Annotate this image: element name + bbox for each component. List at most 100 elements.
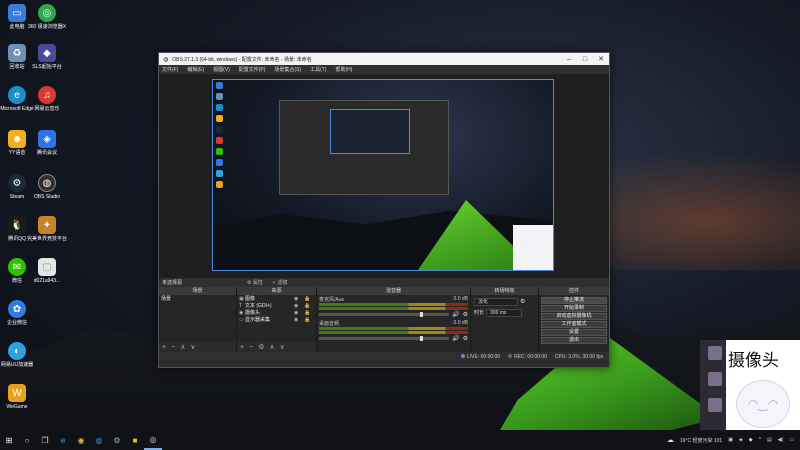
stop-streaming-button[interactable]: 停止推流 bbox=[541, 297, 607, 304]
menu-scene-collection[interactable]: 场景集合(S) bbox=[274, 66, 301, 73]
eye-icon[interactable]: ◉ bbox=[294, 310, 304, 317]
speaker-icon[interactable]: 🔊 bbox=[452, 335, 459, 342]
gear-icon[interactable]: ⚙ bbox=[463, 335, 468, 342]
wecom-icon: ✿ bbox=[8, 300, 26, 318]
menu-edit[interactable]: 编辑(E) bbox=[187, 66, 204, 73]
lock-icon[interactable]: 🔒 bbox=[304, 310, 314, 317]
menu-file[interactable]: 文件(F) bbox=[162, 66, 178, 73]
speaker-icon[interactable]: 🔊 bbox=[452, 311, 459, 318]
remove-icon[interactable]: − bbox=[249, 344, 253, 351]
desktop-icon-edge[interactable]: e Microsoft Edge bbox=[0, 86, 34, 112]
tray-app-icon[interactable]: ◆ bbox=[749, 437, 753, 443]
obs-window[interactable]: ◍ OBS 27.1.3 (64-bit, windows) - 配置文件: 未… bbox=[158, 52, 610, 368]
network-icon[interactable]: ▤ bbox=[767, 437, 772, 443]
desktop-icon-wechat[interactable]: ✉ 微信 bbox=[1, 258, 33, 284]
duration-input[interactable]: 300 ms bbox=[486, 308, 523, 317]
tray-app-icon[interactable]: ▣ bbox=[728, 437, 733, 443]
preview-webcam bbox=[513, 225, 553, 270]
preview-canvas[interactable] bbox=[212, 79, 554, 271]
transition-select[interactable]: 淡化 bbox=[474, 297, 518, 306]
menu-help[interactable]: 帮助(H) bbox=[335, 66, 352, 73]
obs-icon: ◍ bbox=[38, 174, 56, 192]
add-icon[interactable]: + bbox=[162, 344, 166, 351]
menu-profile[interactable]: 配置文件(P) bbox=[239, 66, 266, 73]
source-item-image[interactable]: ▣ 图像 ◉ 🔒 bbox=[239, 296, 314, 303]
eye-icon[interactable]: ◉ bbox=[294, 317, 304, 324]
obs-taskbar-icon[interactable]: ◍ bbox=[90, 430, 108, 450]
obs-title-bar[interactable]: ◍ OBS 27.1.3 (64-bit, windows) - 配置文件: 未… bbox=[159, 53, 609, 65]
scene-item[interactable]: 场景 bbox=[161, 296, 234, 303]
channel-db: 0.0 dB bbox=[453, 296, 468, 302]
move-down-icon[interactable]: ∨ bbox=[280, 343, 285, 351]
desktop-icon-tencent-meeting[interactable]: ◈ 腾讯会议 bbox=[31, 130, 63, 156]
channel-db: -3.0 dB bbox=[451, 320, 468, 326]
task-view-icon[interactable]: ❐ bbox=[36, 430, 54, 450]
chrome-icon[interactable]: ◉ bbox=[72, 430, 90, 450]
chevron-up-icon[interactable]: ^ bbox=[759, 437, 761, 443]
desktop-icon-yy[interactable]: ☻ YY语音 bbox=[1, 130, 33, 156]
desktop-icon-wecom[interactable]: ✿ 企业微信 bbox=[1, 300, 33, 326]
gear-icon[interactable]: ⚙ bbox=[520, 298, 525, 305]
windows-start-icon[interactable]: ⊞ bbox=[0, 430, 18, 450]
preview-nested-obs-inner bbox=[330, 109, 410, 154]
cloud-icon: ☁ bbox=[666, 437, 674, 444]
filters-button[interactable]: ◐ 滤镜 bbox=[273, 279, 287, 286]
eye-icon[interactable]: ◉ bbox=[294, 296, 304, 303]
close-button[interactable]: ✕ bbox=[593, 53, 609, 65]
steam-icon[interactable]: ⚙ bbox=[108, 430, 126, 450]
gear-icon[interactable]: ⚙ bbox=[463, 311, 468, 318]
tray-app-icon[interactable]: ◈ bbox=[739, 437, 743, 443]
volume-slider[interactable] bbox=[319, 312, 450, 317]
weather-text[interactable]: 16°C 轻度污染 101 bbox=[680, 437, 722, 444]
add-icon[interactable]: + bbox=[240, 344, 244, 351]
move-down-icon[interactable]: ∨ bbox=[190, 343, 195, 351]
yellow-app-icon[interactable]: ■ bbox=[126, 430, 144, 450]
yy-icon: ☻ bbox=[8, 130, 26, 148]
volume-icon[interactable]: ◀) bbox=[778, 437, 784, 443]
move-up-icon[interactable]: ∧ bbox=[269, 343, 274, 351]
window-controls: – □ ✕ bbox=[561, 53, 609, 65]
lock-icon[interactable]: 🔒 bbox=[304, 317, 314, 324]
lock-icon[interactable]: 🔒 bbox=[304, 303, 314, 310]
menu-tools[interactable]: 工具(T) bbox=[310, 66, 326, 73]
maximize-button[interactable]: □ bbox=[577, 53, 593, 65]
volume-meter bbox=[319, 303, 468, 306]
desktop-icon-image-file[interactable]: ▢ d021a943... bbox=[31, 258, 63, 284]
desktop-icon-perfect-world[interactable]: ✦ 完美世界竞技平台 bbox=[27, 216, 67, 242]
volume-meter bbox=[319, 327, 468, 330]
source-item-camera[interactable]: ◉ 摄像头 ◉ 🔒 bbox=[239, 310, 314, 317]
desktop-icon-sls[interactable]: ◆ SLS起始平台 bbox=[31, 44, 63, 70]
start-recording-button[interactable]: 开始录制 bbox=[541, 305, 607, 312]
volume-slider[interactable] bbox=[319, 336, 450, 341]
desktop-icon-obs[interactable]: ◍ OBS Studio bbox=[31, 174, 63, 200]
remove-icon[interactable]: − bbox=[171, 344, 175, 351]
eye-icon[interactable]: ◉ bbox=[294, 303, 304, 310]
minimize-button[interactable]: – bbox=[561, 53, 577, 65]
desktop-icon-steam[interactable]: ⚙ Steam bbox=[1, 174, 33, 200]
start-virtual-camera-button[interactable]: 启动虚拟摄像机 bbox=[541, 313, 607, 320]
source-item-display-capture[interactable]: ▭ 显示器采集 ◉ 🔒 bbox=[239, 317, 314, 324]
settings-button[interactable]: 设置 bbox=[541, 329, 607, 336]
camera-app-icon[interactable]: ◎ bbox=[144, 430, 162, 450]
desktop-icon-360-browser[interactable]: ◎ 360 极速浏览器X bbox=[28, 4, 66, 30]
channel-name: 麦克风/Aux bbox=[319, 297, 345, 303]
gear-icon[interactable]: ⚙ bbox=[258, 343, 264, 351]
volume-meter bbox=[319, 331, 468, 334]
exit-button[interactable]: 退出 bbox=[541, 337, 607, 344]
menu-view[interactable]: 视图(V) bbox=[213, 66, 230, 73]
preview-area bbox=[159, 74, 609, 278]
source-item-text[interactable]: T 文本 (GDI+) ◉ 🔒 bbox=[239, 303, 314, 310]
transitions-header: 转场特效 bbox=[471, 287, 538, 295]
desktop-icon-netease-music[interactable]: ♫ 网易云音乐 bbox=[31, 86, 63, 112]
move-up-icon[interactable]: ∧ bbox=[180, 343, 185, 351]
browser-icon: ◎ bbox=[38, 4, 56, 22]
properties-button[interactable]: ⚙ 属性 bbox=[247, 279, 263, 286]
studio-mode-button[interactable]: 工作室模式 bbox=[541, 321, 607, 328]
edge-icon[interactable]: e bbox=[54, 430, 72, 450]
notification-icon[interactable]: ▭ bbox=[789, 437, 794, 443]
desktop-icon-recycle-bin[interactable]: ♻ 回收站 bbox=[1, 44, 33, 70]
desktop-icon-uu[interactable]: ◐ 网易UU加速器 bbox=[1, 342, 33, 368]
lock-icon[interactable]: 🔒 bbox=[304, 296, 314, 303]
search-icon[interactable]: ○ bbox=[18, 430, 36, 450]
desktop-icon-wegame[interactable]: W WeGame bbox=[1, 384, 33, 410]
